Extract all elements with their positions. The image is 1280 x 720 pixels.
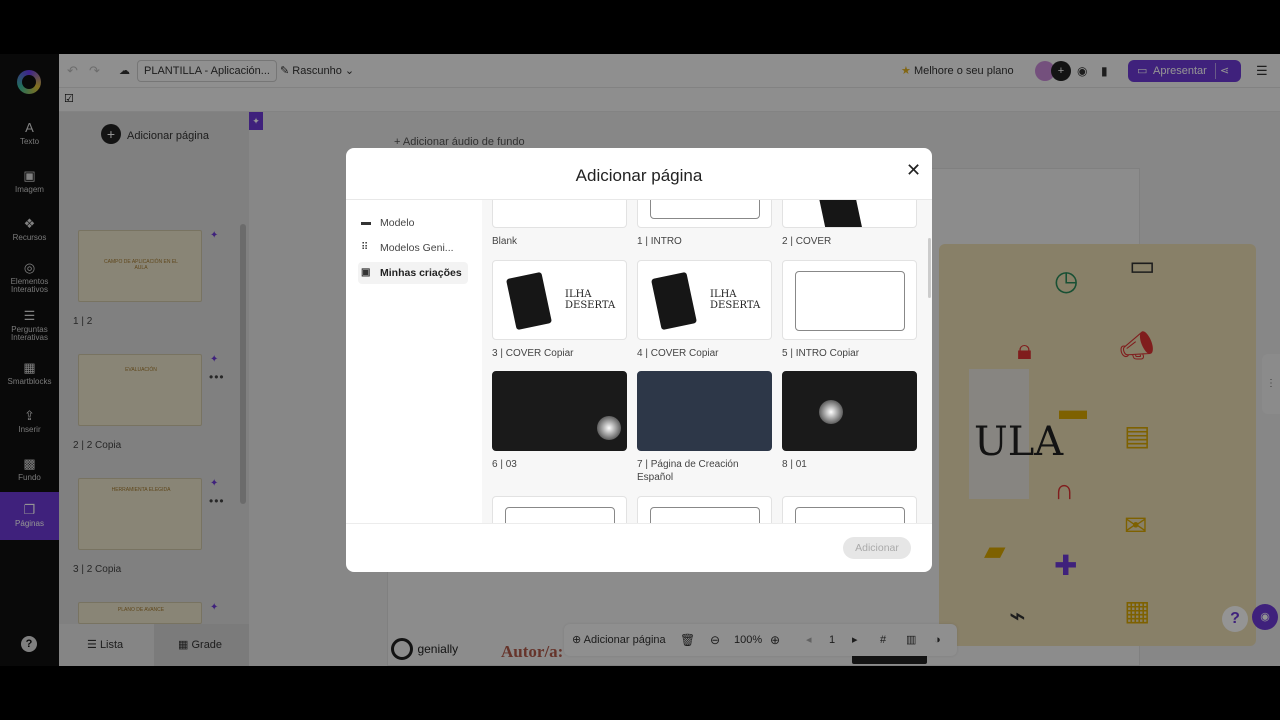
template-preview: ILHA DESERTA bbox=[637, 260, 772, 340]
page-template-grid: Blank 1 | INTRO 2 | COVER ILHA DESERTA 3… bbox=[482, 200, 932, 523]
template-card[interactable] bbox=[782, 496, 917, 523]
template-preview: ILHA DESERTA bbox=[492, 260, 627, 340]
template-card[interactable] bbox=[637, 496, 772, 523]
book-title: ILHA DESERTA bbox=[565, 289, 616, 311]
template-card[interactable]: 2 | COVER bbox=[782, 200, 917, 248]
template-caption: 7 | Página de Creación Español bbox=[637, 459, 739, 483]
sketch-illustration bbox=[650, 507, 760, 523]
template-card[interactable]: 1 | INTRO bbox=[637, 200, 772, 248]
template-preview bbox=[492, 371, 627, 451]
add-page-modal: Adicionar página ✕ ▬ Modelo ⠿ Modelos Ge… bbox=[346, 148, 932, 572]
template-preview bbox=[782, 260, 917, 340]
template-card[interactable]: 7 | Página de Creación Español bbox=[637, 371, 772, 484]
nav-item-modelo[interactable]: ▬ Modelo bbox=[358, 212, 468, 234]
nav-item-minhas-criacoes[interactable]: ▣ Minhas criações bbox=[358, 262, 468, 284]
template-preview bbox=[637, 371, 772, 451]
sketch-illustration bbox=[650, 200, 760, 219]
book-illustration bbox=[650, 271, 698, 331]
light-glow bbox=[597, 416, 621, 440]
modal-nav: ▬ Modelo ⠿ Modelos Geni... ▣ Minhas cria… bbox=[346, 200, 481, 523]
close-icon[interactable]: ✕ bbox=[906, 160, 921, 181]
template-preview bbox=[782, 496, 917, 523]
template-card[interactable]: Blank bbox=[492, 200, 627, 248]
image-icon: ▣ bbox=[361, 267, 371, 278]
template-caption: 6 | 03 bbox=[492, 459, 517, 470]
book-title: ILHA DESERTA bbox=[710, 289, 761, 311]
template-preview bbox=[637, 200, 772, 228]
light-glow bbox=[819, 400, 843, 424]
template-caption: 2 | COVER bbox=[782, 236, 832, 247]
template-caption: 5 | INTRO Copiar bbox=[782, 348, 860, 359]
sketch-illustration bbox=[505, 507, 615, 523]
template-caption: 4 | COVER Copiar bbox=[637, 348, 719, 359]
template-preview bbox=[782, 200, 917, 228]
sketch-illustration bbox=[795, 271, 905, 331]
template-card[interactable]: 8 | 01 bbox=[782, 371, 917, 471]
book-illustration bbox=[817, 200, 865, 227]
template-preview bbox=[492, 200, 627, 228]
template-card[interactable]: 6 | 03 bbox=[492, 371, 627, 471]
modal-title: Adicionar página bbox=[575, 166, 703, 185]
template-caption: Blank bbox=[492, 236, 518, 247]
sketch-illustration bbox=[795, 507, 905, 523]
template-card[interactable]: ILHA DESERTA 4 | COVER Copiar bbox=[637, 260, 772, 360]
nav-label: Minhas criações bbox=[380, 267, 462, 279]
divider bbox=[346, 523, 932, 524]
nav-item-modelos-genially[interactable]: ⠿ Modelos Geni... bbox=[358, 237, 468, 259]
template-caption: 8 | 01 bbox=[782, 459, 807, 470]
modal-scrollbar[interactable] bbox=[928, 238, 931, 298]
book-illustration bbox=[505, 271, 553, 331]
add-button[interactable]: Adicionar bbox=[843, 537, 911, 559]
template-card[interactable]: 5 | INTRO Copiar bbox=[782, 260, 917, 360]
template-caption: 3 | COVER Copiar bbox=[492, 348, 574, 359]
grid-dots-icon: ⠿ bbox=[361, 242, 369, 253]
template-caption: 1 | INTRO bbox=[637, 236, 682, 247]
template-icon: ▬ bbox=[361, 217, 371, 228]
nav-label: Modelos Geni... bbox=[380, 242, 454, 254]
template-card[interactable] bbox=[492, 496, 627, 523]
template-preview bbox=[492, 496, 627, 523]
template-preview bbox=[782, 371, 917, 451]
template-card[interactable]: ILHA DESERTA 3 | COVER Copiar bbox=[492, 260, 627, 360]
template-preview bbox=[637, 496, 772, 523]
nav-label: Modelo bbox=[380, 217, 415, 229]
